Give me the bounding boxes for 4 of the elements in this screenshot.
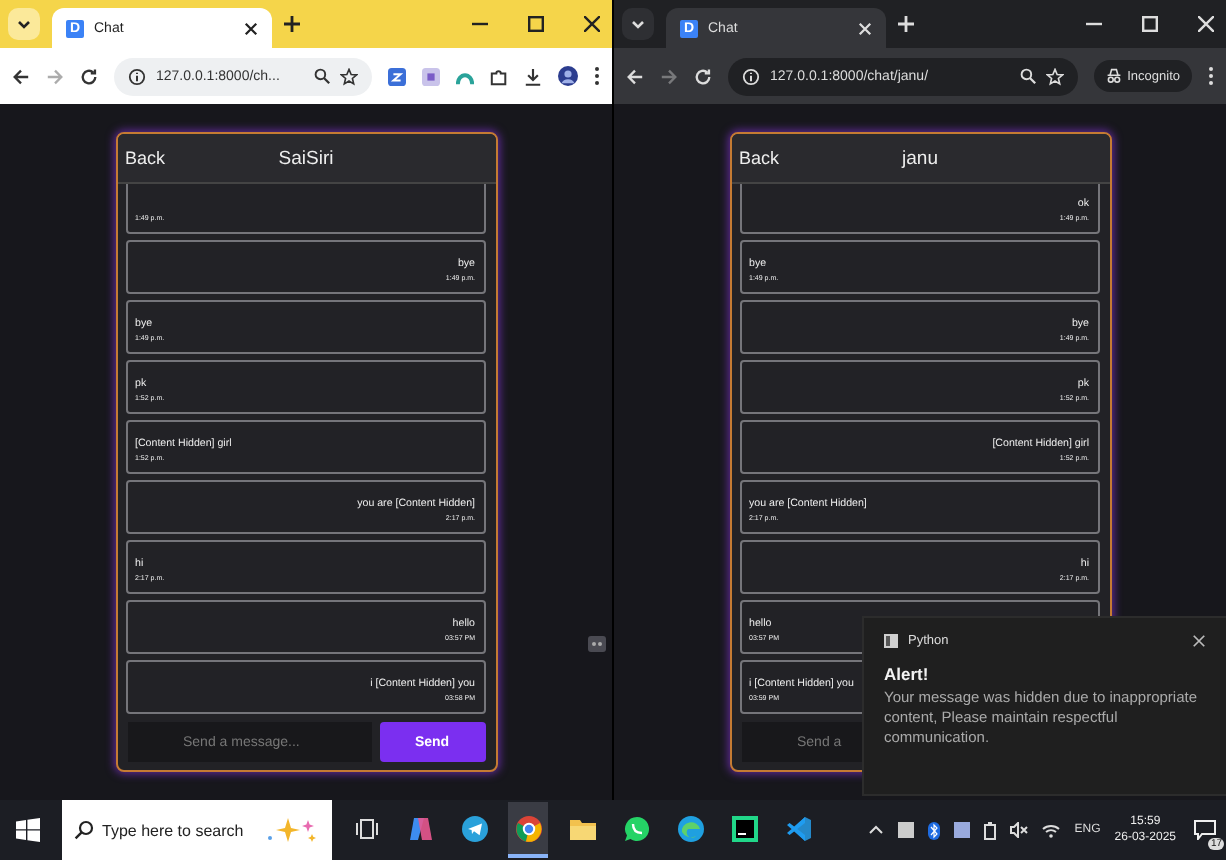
notification-title: Alert!	[884, 664, 931, 684]
chat-title: SaiSiri	[278, 147, 334, 169]
search-placeholder: Type here to search	[102, 821, 244, 839]
chat-title: janu	[902, 147, 938, 169]
